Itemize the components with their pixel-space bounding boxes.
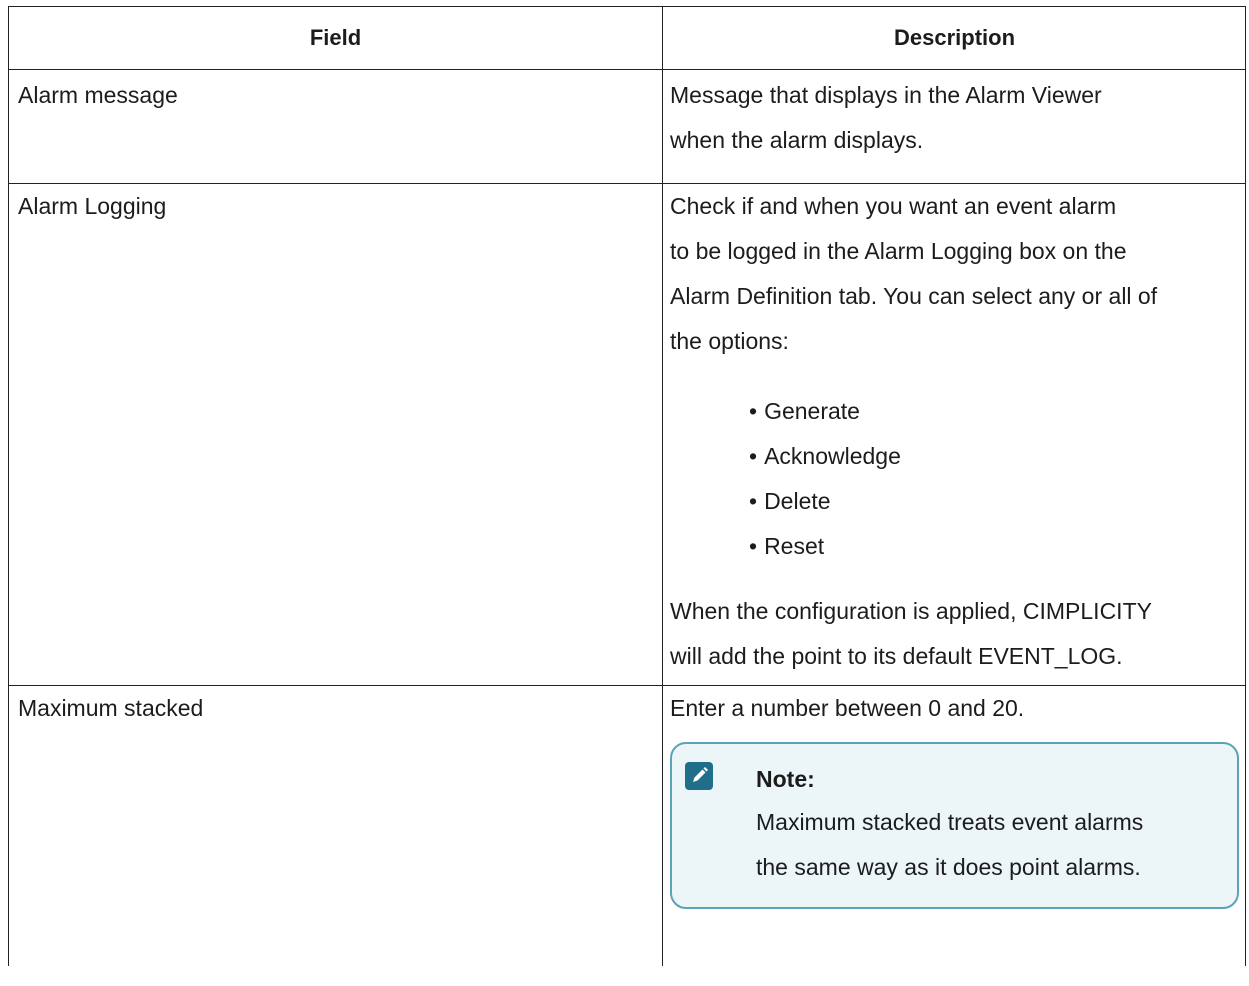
table-header-row: Field Description (8, 7, 1246, 70)
field-cell: Alarm message (8, 70, 663, 183)
pencil-icon (685, 762, 713, 790)
description-line: Alarm Definition tab. You can select any… (670, 283, 1158, 309)
description-cell: Check if and when you want an event alar… (663, 184, 1246, 685)
field-name: Alarm message (18, 82, 178, 108)
description-line: Check if and when you want an event alar… (670, 193, 1117, 219)
description-line: When the configuration is applied, CIMPL… (670, 598, 1152, 624)
field-cell: Alarm Logging (8, 184, 663, 685)
field-cell: Maximum stacked (8, 686, 663, 966)
note-line: the same way as it does point alarms. (756, 854, 1141, 880)
description-cell: Message that displays in the Alarm Viewe… (663, 70, 1246, 183)
description-cell: Enter a number between 0 and 20. Note: M… (663, 686, 1246, 966)
list-item: Delete (749, 479, 1239, 524)
list-item: Acknowledge (749, 434, 1239, 479)
description-line: Message that displays in the Alarm Viewe… (670, 82, 1102, 108)
field-description-table: Field Description Alarm message Message … (8, 6, 1246, 966)
description-line: Enter a number between 0 and 20. (670, 695, 1025, 721)
description-line: the options: (670, 328, 789, 354)
table-row: Alarm Logging Check if and when you want… (8, 184, 1246, 686)
description-line: will add the point to its default EVENT_… (670, 643, 1123, 669)
applied-paragraph: When the configuration is applied, CIMPL… (670, 589, 1239, 679)
note-title: Note: (756, 766, 815, 792)
field-name: Maximum stacked (18, 695, 204, 721)
note-text: Maximum stacked treats event alarms the … (756, 800, 1223, 890)
note-callout: Note: Maximum stacked treats event alarm… (670, 742, 1239, 909)
description-line: to be logged in the Alarm Logging box on… (670, 238, 1127, 264)
note-line: Maximum stacked treats event alarms (756, 809, 1144, 835)
field-name: Alarm Logging (18, 193, 167, 219)
header-description: Description (663, 7, 1246, 69)
header-field: Field (8, 7, 663, 69)
table-row: Alarm message Message that displays in t… (8, 70, 1246, 184)
table-row: Maximum stacked Enter a number between 0… (8, 686, 1246, 966)
description-line: when the alarm displays. (670, 127, 924, 153)
list-item: Reset (749, 524, 1239, 569)
options-list: Generate Acknowledge Delete Reset (670, 389, 1239, 569)
list-item: Generate (749, 389, 1239, 434)
